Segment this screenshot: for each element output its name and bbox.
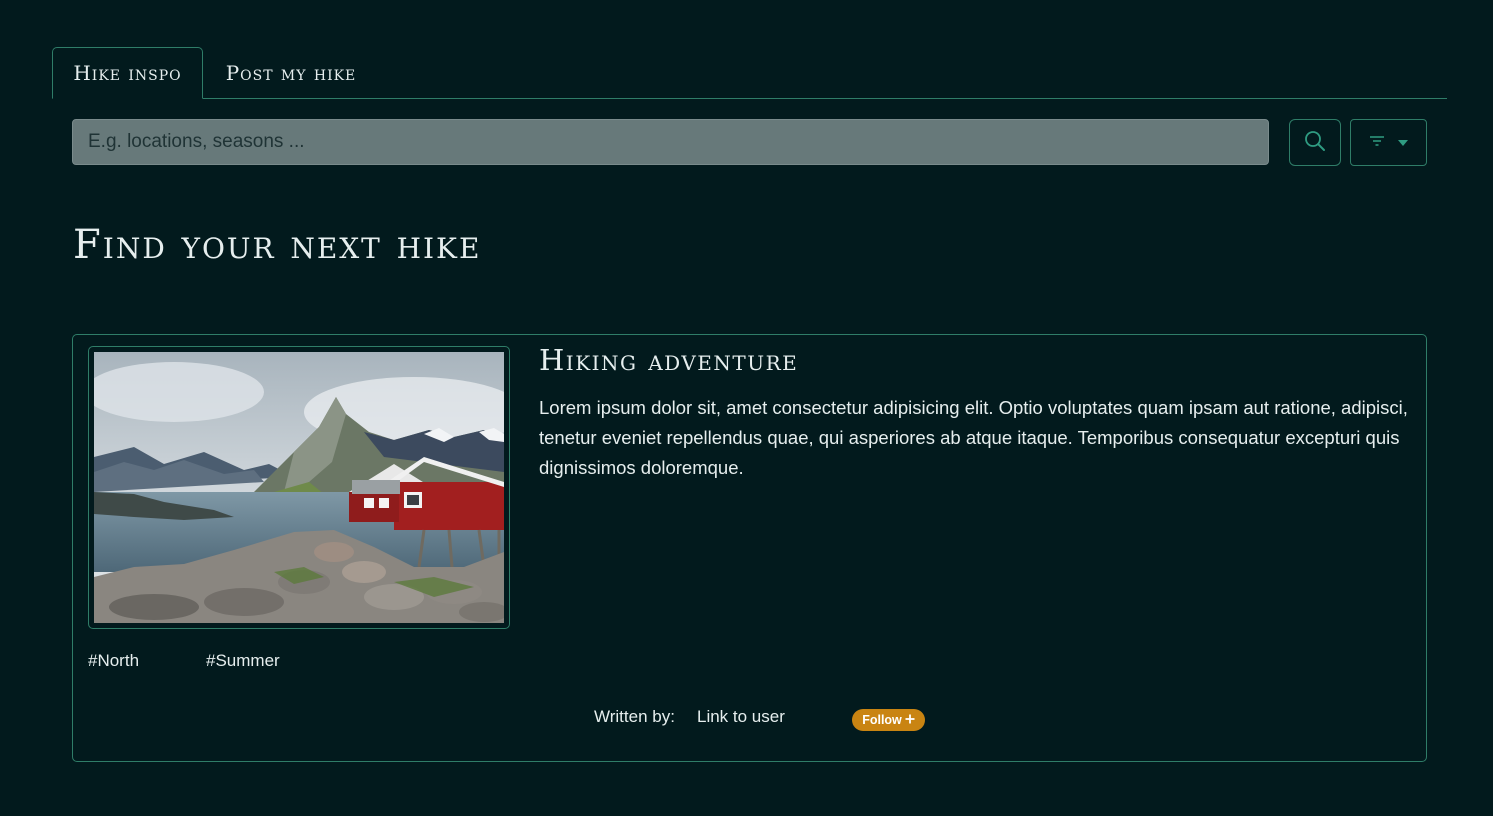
search-input[interactable] — [72, 119, 1269, 165]
search-button[interactable] — [1289, 119, 1341, 166]
page: Hike inspo Post my hike Find your next h… — [0, 0, 1493, 816]
follow-button[interactable]: Follow — [852, 709, 925, 731]
written-by-label: Written by: — [594, 707, 675, 726]
page-title: Find your next hike — [73, 222, 482, 268]
caret-down-icon — [1397, 135, 1409, 150]
filter-icon — [1369, 135, 1385, 150]
tab-hike-inspo[interactable]: Hike inspo — [52, 47, 203, 99]
tab-bar: Hike inspo Post my hike — [52, 47, 1447, 99]
tag-north[interactable]: #North — [88, 651, 139, 671]
tag-summer[interactable]: #Summer — [206, 651, 280, 671]
hike-card: Hiking adventure Lorem ipsum dolor sit, … — [72, 334, 1427, 762]
user-link[interactable]: Link to user — [697, 707, 785, 727]
plus-icon — [905, 713, 915, 727]
hike-photo[interactable] — [88, 346, 510, 629]
hike-photo-image — [94, 352, 504, 623]
filter-dropdown-button[interactable] — [1350, 119, 1427, 166]
tab-post-my-hike[interactable]: Post my hike — [203, 47, 379, 99]
follow-label: Follow — [862, 713, 902, 727]
search-icon — [1304, 130, 1326, 155]
card-description: Lorem ipsum dolor sit, amet consectetur … — [539, 397, 1408, 478]
card-title: Hiking adventure — [539, 343, 799, 377]
